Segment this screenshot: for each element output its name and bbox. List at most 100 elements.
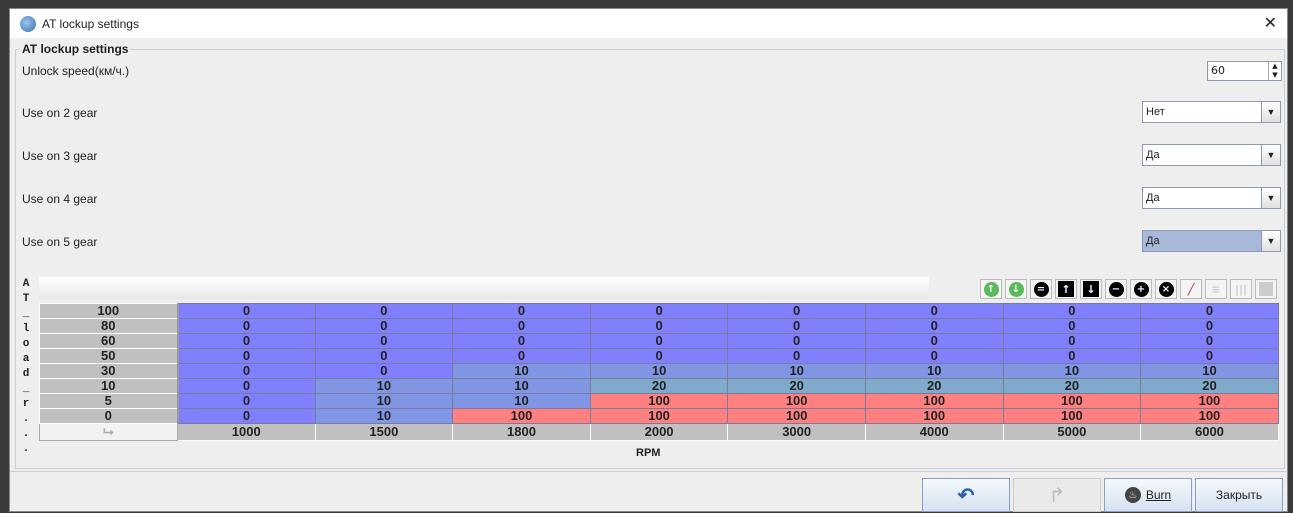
col-header[interactable]: 5000	[1002, 423, 1142, 441]
undo-button[interactable]: ↶	[922, 478, 1010, 512]
table-cell[interactable]: 0	[589, 303, 729, 319]
table-cell[interactable]: 0	[177, 303, 316, 319]
table-cell[interactable]: 0	[1140, 333, 1279, 349]
table-cell[interactable]: 10	[864, 363, 1004, 379]
chevron-down-icon[interactable]: ▼	[1261, 145, 1280, 165]
burn-button[interactable]: ♨ Burn	[1104, 478, 1192, 512]
table-cell[interactable]: 0	[452, 348, 591, 364]
chevron-down-icon[interactable]: ▼	[1261, 188, 1280, 208]
table-cell[interactable]: 0	[452, 303, 591, 319]
table-cell[interactable]: 10	[1140, 363, 1279, 379]
table-cell[interactable]: 100	[1002, 393, 1142, 409]
gear5-select[interactable]: Да ▼	[1142, 230, 1281, 252]
table-cell[interactable]: 0	[864, 333, 1004, 349]
col-header[interactable]: 3000	[727, 423, 866, 441]
table-cell[interactable]: 0	[452, 318, 591, 334]
multiply-icon[interactable]: ×	[1155, 279, 1177, 299]
table-cell[interactable]: 20	[1002, 378, 1142, 394]
table-cell[interactable]: 0	[1002, 303, 1142, 319]
table-cell[interactable]: 20	[1140, 378, 1279, 394]
swap-axes-icon[interactable]: ⮡	[39, 423, 178, 441]
table-cell[interactable]: 0	[589, 333, 729, 349]
table-cell[interactable]: 0	[314, 333, 454, 349]
row-header[interactable]: 10	[39, 378, 179, 394]
table-cell[interactable]: 0	[177, 378, 316, 394]
table-cell[interactable]: 10	[1002, 363, 1142, 379]
close-icon[interactable]: ✕	[1264, 13, 1277, 32]
col-header[interactable]: 1800	[452, 423, 591, 441]
col-header[interactable]: 4000	[864, 423, 1004, 441]
table-cell[interactable]: 100	[864, 393, 1004, 409]
table-cell[interactable]: 100	[1140, 393, 1279, 409]
shift-down-icon[interactable]: ↓	[1080, 279, 1102, 299]
table-cell[interactable]: 0	[314, 363, 454, 379]
table-cell[interactable]: 0	[727, 348, 866, 364]
table-cell[interactable]: 0	[177, 318, 316, 334]
table-cell[interactable]: 0	[1140, 303, 1279, 319]
table-cell[interactable]: 0	[314, 348, 454, 364]
table-cell[interactable]: 0	[589, 348, 729, 364]
set-equal-icon[interactable]: =	[1030, 279, 1052, 299]
table-cell[interactable]: 100	[452, 408, 591, 424]
add-icon[interactable]: +	[1130, 279, 1152, 299]
table-cell[interactable]: 0	[864, 318, 1004, 334]
table-cell[interactable]: 20	[864, 378, 1004, 394]
table-cell[interactable]: 0	[864, 348, 1004, 364]
table-cell[interactable]: 100	[864, 408, 1004, 424]
table-cell[interactable]: 100	[1140, 408, 1279, 424]
table-cell[interactable]: 100	[589, 408, 729, 424]
subtract-icon[interactable]: −	[1105, 279, 1127, 299]
row-header[interactable]: 0	[39, 408, 179, 424]
spin-down-icon[interactable]: ▼	[1269, 71, 1281, 80]
redo-button[interactable]: ↱	[1013, 478, 1101, 512]
pencil-icon[interactable]: ╱	[1180, 279, 1202, 299]
table-cell[interactable]: 0	[177, 408, 316, 424]
table-cell[interactable]: 100	[1002, 408, 1142, 424]
gear2-select[interactable]: Нет ▼	[1142, 101, 1281, 123]
row-header[interactable]: 50	[39, 348, 179, 364]
table-cell[interactable]: 0	[314, 318, 454, 334]
unlock-speed-value[interactable]: 60	[1208, 62, 1268, 80]
close-button[interactable]: Закрыть	[1195, 478, 1283, 512]
table-cell[interactable]: 0	[1140, 318, 1279, 334]
interpolate-rows-icon[interactable]: ≡	[1205, 279, 1227, 299]
table-cell[interactable]: 0	[1002, 348, 1142, 364]
table-cell[interactable]: 0	[177, 348, 316, 364]
col-header[interactable]: 1000	[177, 423, 316, 441]
row-header[interactable]: 80	[39, 318, 179, 334]
row-header[interactable]: 100	[39, 303, 179, 319]
interpolate-cols-icon[interactable]: |||	[1230, 279, 1252, 299]
chevron-down-icon[interactable]: ▼	[1261, 231, 1280, 251]
col-header[interactable]: 1500	[314, 423, 454, 441]
table-cell[interactable]: 0	[727, 318, 866, 334]
table-cell[interactable]: 0	[177, 363, 316, 379]
table-cell[interactable]: 10	[314, 378, 454, 394]
table-cell[interactable]: 10	[589, 363, 729, 379]
table-cell[interactable]: 20	[589, 378, 729, 394]
table-cell[interactable]: 10	[314, 408, 454, 424]
table-cell[interactable]: 0	[452, 333, 591, 349]
table-cell[interactable]: 10	[452, 393, 591, 409]
table-cell[interactable]: 0	[1140, 348, 1279, 364]
shift-up-icon[interactable]: ↑	[1055, 279, 1077, 299]
gear4-select[interactable]: Да ▼	[1142, 187, 1281, 209]
interpolate-all-icon[interactable]	[1255, 279, 1277, 299]
unlock-speed-spinner[interactable]: 60 ▲ ▼	[1207, 61, 1282, 81]
table-cell[interactable]: 0	[314, 303, 454, 319]
table-cell[interactable]: 10	[452, 378, 591, 394]
table-cell[interactable]: 0	[177, 393, 316, 409]
table-cell[interactable]: 0	[589, 318, 729, 334]
table-cell[interactable]: 10	[727, 363, 866, 379]
table-cell[interactable]: 100	[727, 408, 866, 424]
table-cell[interactable]: 0	[177, 333, 316, 349]
row-header[interactable]: 60	[39, 333, 179, 349]
row-header[interactable]: 30	[39, 363, 179, 379]
table-cell[interactable]: 10	[452, 363, 591, 379]
table-cell[interactable]: 0	[864, 303, 1004, 319]
table-cell[interactable]: 0	[1002, 318, 1142, 334]
gear3-select[interactable]: Да ▼	[1142, 144, 1281, 166]
increase-icon[interactable]: ↑	[980, 279, 1002, 299]
chevron-down-icon[interactable]: ▼	[1261, 102, 1280, 122]
table-cell[interactable]: 100	[589, 393, 729, 409]
table-cell[interactable]: 10	[314, 393, 454, 409]
